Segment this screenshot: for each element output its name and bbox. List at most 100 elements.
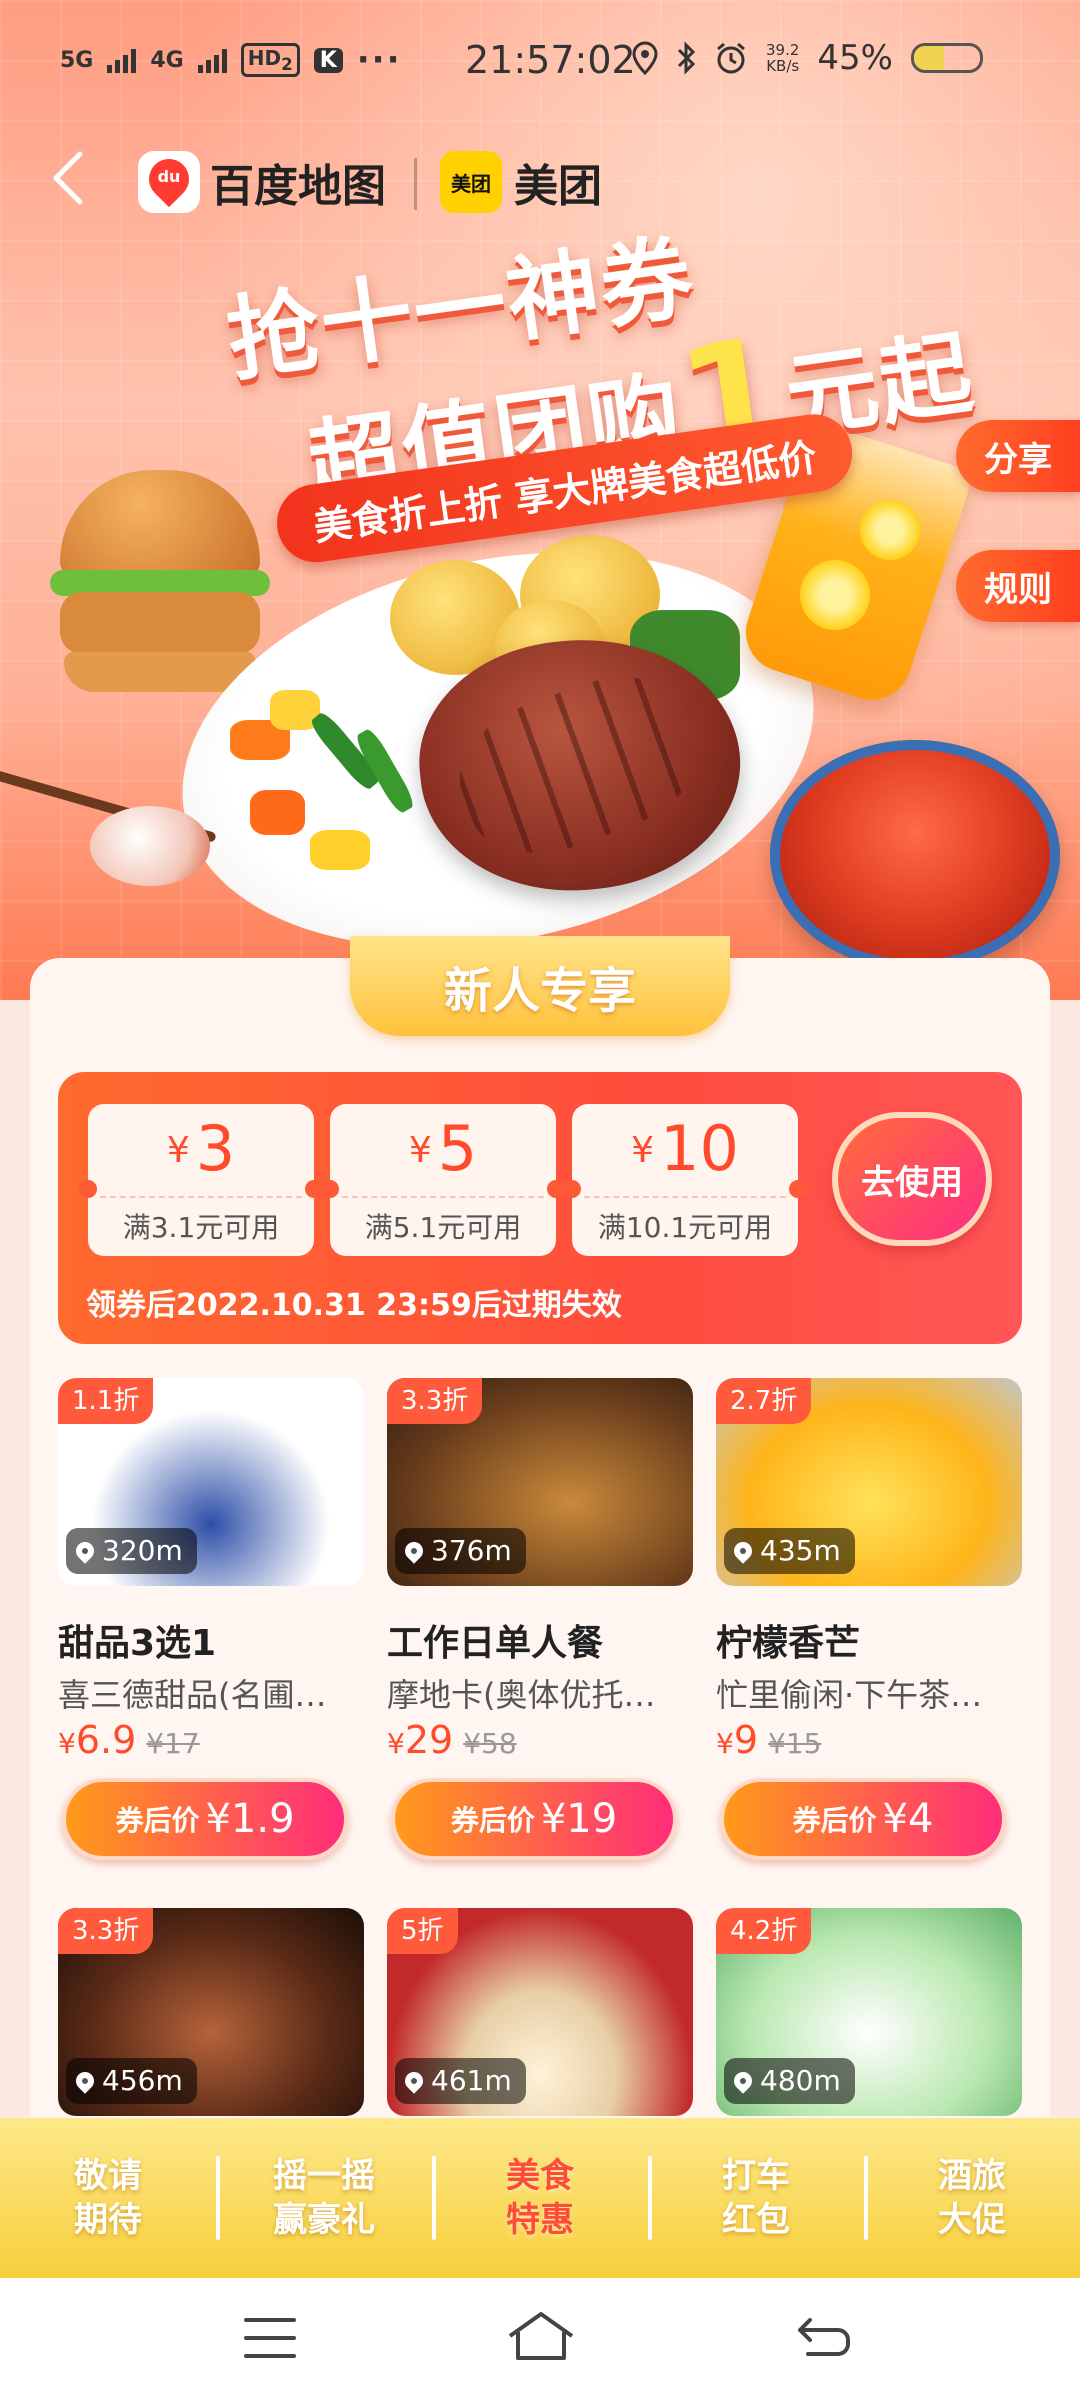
price-value: 29: [404, 1718, 454, 1762]
activity-tab-bar: 敬请 期待 摇一摇 赢豪礼 美食 特惠 打车 红包 酒旅 大促: [0, 2118, 1080, 2278]
product-title: 工作日单人餐: [387, 1623, 604, 1664]
product-image[interactable]: 3.3折 456m: [58, 1908, 364, 2116]
shop-name: 喜三德甜品(名圃…: [58, 1676, 327, 1714]
activity-tab-coming-soon[interactable]: 敬请 期待: [0, 2118, 216, 2278]
location-pin-icon: [72, 2068, 98, 2094]
signal-icon: [107, 47, 137, 73]
status-right: 39.2 KB/s 45%: [632, 38, 983, 78]
distance-value: 320m: [102, 1534, 183, 1567]
distance-tag: 456m: [66, 2058, 197, 2104]
distance-tag: 320m: [66, 1528, 197, 1574]
distance-tag: 435m: [724, 1528, 855, 1574]
tab-line-1: 敬请: [74, 2156, 142, 2196]
net2-label: 4G: [150, 47, 184, 73]
baidu-name: 百度地图: [210, 161, 386, 212]
coupon-card[interactable]: ¥5 满5.1元可用: [321, 1104, 565, 1256]
hd-sub-label: 2: [281, 55, 293, 74]
tab-line-2: 赢豪礼: [273, 2200, 375, 2240]
signal-icon: [197, 47, 227, 73]
coupon-card[interactable]: ¥10 满10.1元可用: [563, 1104, 807, 1256]
home-icon[interactable]: [506, 2308, 576, 2364]
coupon-value: 10: [660, 1112, 739, 1185]
network-speed: 39.2 KB/s: [766, 42, 799, 74]
baidu-maps-brand: du 百度地图: [138, 150, 386, 214]
product-image[interactable]: 1.1折 320m: [58, 1378, 364, 1586]
coupon-price-button[interactable]: 券后价 ¥1.9: [62, 1778, 348, 1860]
speed-unit: KB/s: [766, 57, 800, 75]
brand-divider: [414, 158, 417, 210]
coupon-condition: 满3.1元可用: [100, 1196, 302, 1246]
yen-symbol: ¥: [716, 1727, 734, 1760]
activity-tab-food-deals[interactable]: 美食 特惠: [432, 2118, 648, 2278]
tab-line-2: 红包: [722, 2200, 790, 2240]
product-image[interactable]: 2.7折 435m: [716, 1378, 1022, 1586]
meituan-logo: 美团: [440, 151, 502, 213]
product-price: ¥9 ¥15: [716, 1718, 821, 1762]
tab-line-2: 大促: [938, 2200, 1006, 2240]
tab-line-2: 期待: [74, 2200, 142, 2240]
back-icon[interactable]: [796, 2312, 852, 2362]
more-notifications-icon: ···: [356, 40, 402, 80]
coupon-price-button[interactable]: 券后价 ¥19: [391, 1778, 677, 1860]
dumpling-illustration: [90, 806, 210, 886]
alarm-icon: [717, 42, 745, 74]
tab-line-1: 打车: [722, 2156, 790, 2196]
activity-tab-taxi[interactable]: 打车 红包: [648, 2118, 864, 2278]
shop-name: 摩地卡(奥体优托…: [387, 1676, 656, 1714]
yen-symbol: ¥: [631, 1130, 654, 1171]
coupon-price-button[interactable]: 券后价 ¥4: [720, 1778, 1006, 1860]
distance-value: 456m: [102, 2064, 183, 2097]
distance-tag: 480m: [724, 2058, 855, 2104]
expire-note: 领券后2022.10.31 23:59后过期失效: [86, 1288, 622, 1323]
back-arrow-icon[interactable]: [44, 148, 94, 208]
location-pin-icon: [72, 1538, 98, 1564]
share-button[interactable]: 分享: [956, 420, 1080, 492]
button-label: 券后价: [115, 1804, 200, 1837]
crawfish-illustration: [770, 740, 1060, 970]
discount-badge: 5折: [387, 1908, 458, 1954]
location-icon: [632, 41, 658, 75]
yen-symbol: ¥: [58, 1727, 76, 1760]
battery-icon: [910, 43, 983, 73]
coupon-amount: ¥10: [572, 1112, 798, 1185]
discount-badge: 3.3折: [387, 1378, 483, 1424]
product-title: 柠檬香芒: [716, 1623, 861, 1664]
carrot-illustration: [250, 790, 305, 835]
distance-tag: 376m: [395, 1528, 526, 1574]
hd-label: HD: [247, 46, 282, 70]
coupon-card[interactable]: ¥3 满3.1元可用: [79, 1104, 323, 1256]
distance-value: 435m: [760, 1534, 841, 1567]
baidu-maps-logo: du: [138, 150, 200, 213]
discount-badge: 3.3折: [58, 1908, 154, 1954]
button-price: ¥4: [882, 1796, 934, 1842]
system-nav-bar: [0, 2278, 1080, 2400]
yen-symbol: ¥: [408, 1130, 432, 1171]
yen-symbol: ¥: [166, 1130, 190, 1171]
rules-button[interactable]: 规则: [956, 550, 1080, 622]
distance-value: 461m: [431, 2064, 512, 2097]
coupon-condition: 满10.1元可用: [584, 1196, 786, 1246]
product-image[interactable]: 4.2折 480m: [716, 1908, 1022, 2116]
coupon-amount: ¥5: [330, 1112, 556, 1185]
speed-value: 39.2: [766, 41, 800, 59]
product-image[interactable]: 3.3折 376m: [387, 1378, 693, 1586]
activity-tab-shake[interactable]: 摇一摇 赢豪礼: [216, 2118, 432, 2278]
lemon-slice-illustration: [860, 500, 920, 560]
use-coupon-button[interactable]: 去使用: [832, 1112, 992, 1246]
baidu-logo-text: du: [157, 167, 181, 186]
shop-name: 忙里偷闲·下午茶…: [716, 1676, 983, 1714]
coupon-condition: 满5.1元可用: [342, 1196, 544, 1246]
tab-line-1: 摇一摇: [273, 2156, 375, 2196]
coupon-value: 5: [437, 1112, 478, 1185]
yen-symbol: ¥: [387, 1727, 405, 1760]
product-image[interactable]: 5折 461m: [387, 1908, 693, 2116]
tab-line-2: 特惠: [506, 2200, 574, 2240]
newcomer-tab: 新人专享: [350, 936, 730, 1036]
burger-illustration: [50, 470, 270, 700]
location-pin-icon: [401, 2068, 427, 2094]
distance-value: 376m: [431, 1534, 512, 1567]
recent-apps-icon[interactable]: [244, 2318, 296, 2358]
activity-tab-hotel-travel[interactable]: 酒旅 大促: [864, 2118, 1080, 2278]
discount-badge: 1.1折: [58, 1378, 154, 1424]
signal-5g: 5G: [60, 48, 93, 73]
